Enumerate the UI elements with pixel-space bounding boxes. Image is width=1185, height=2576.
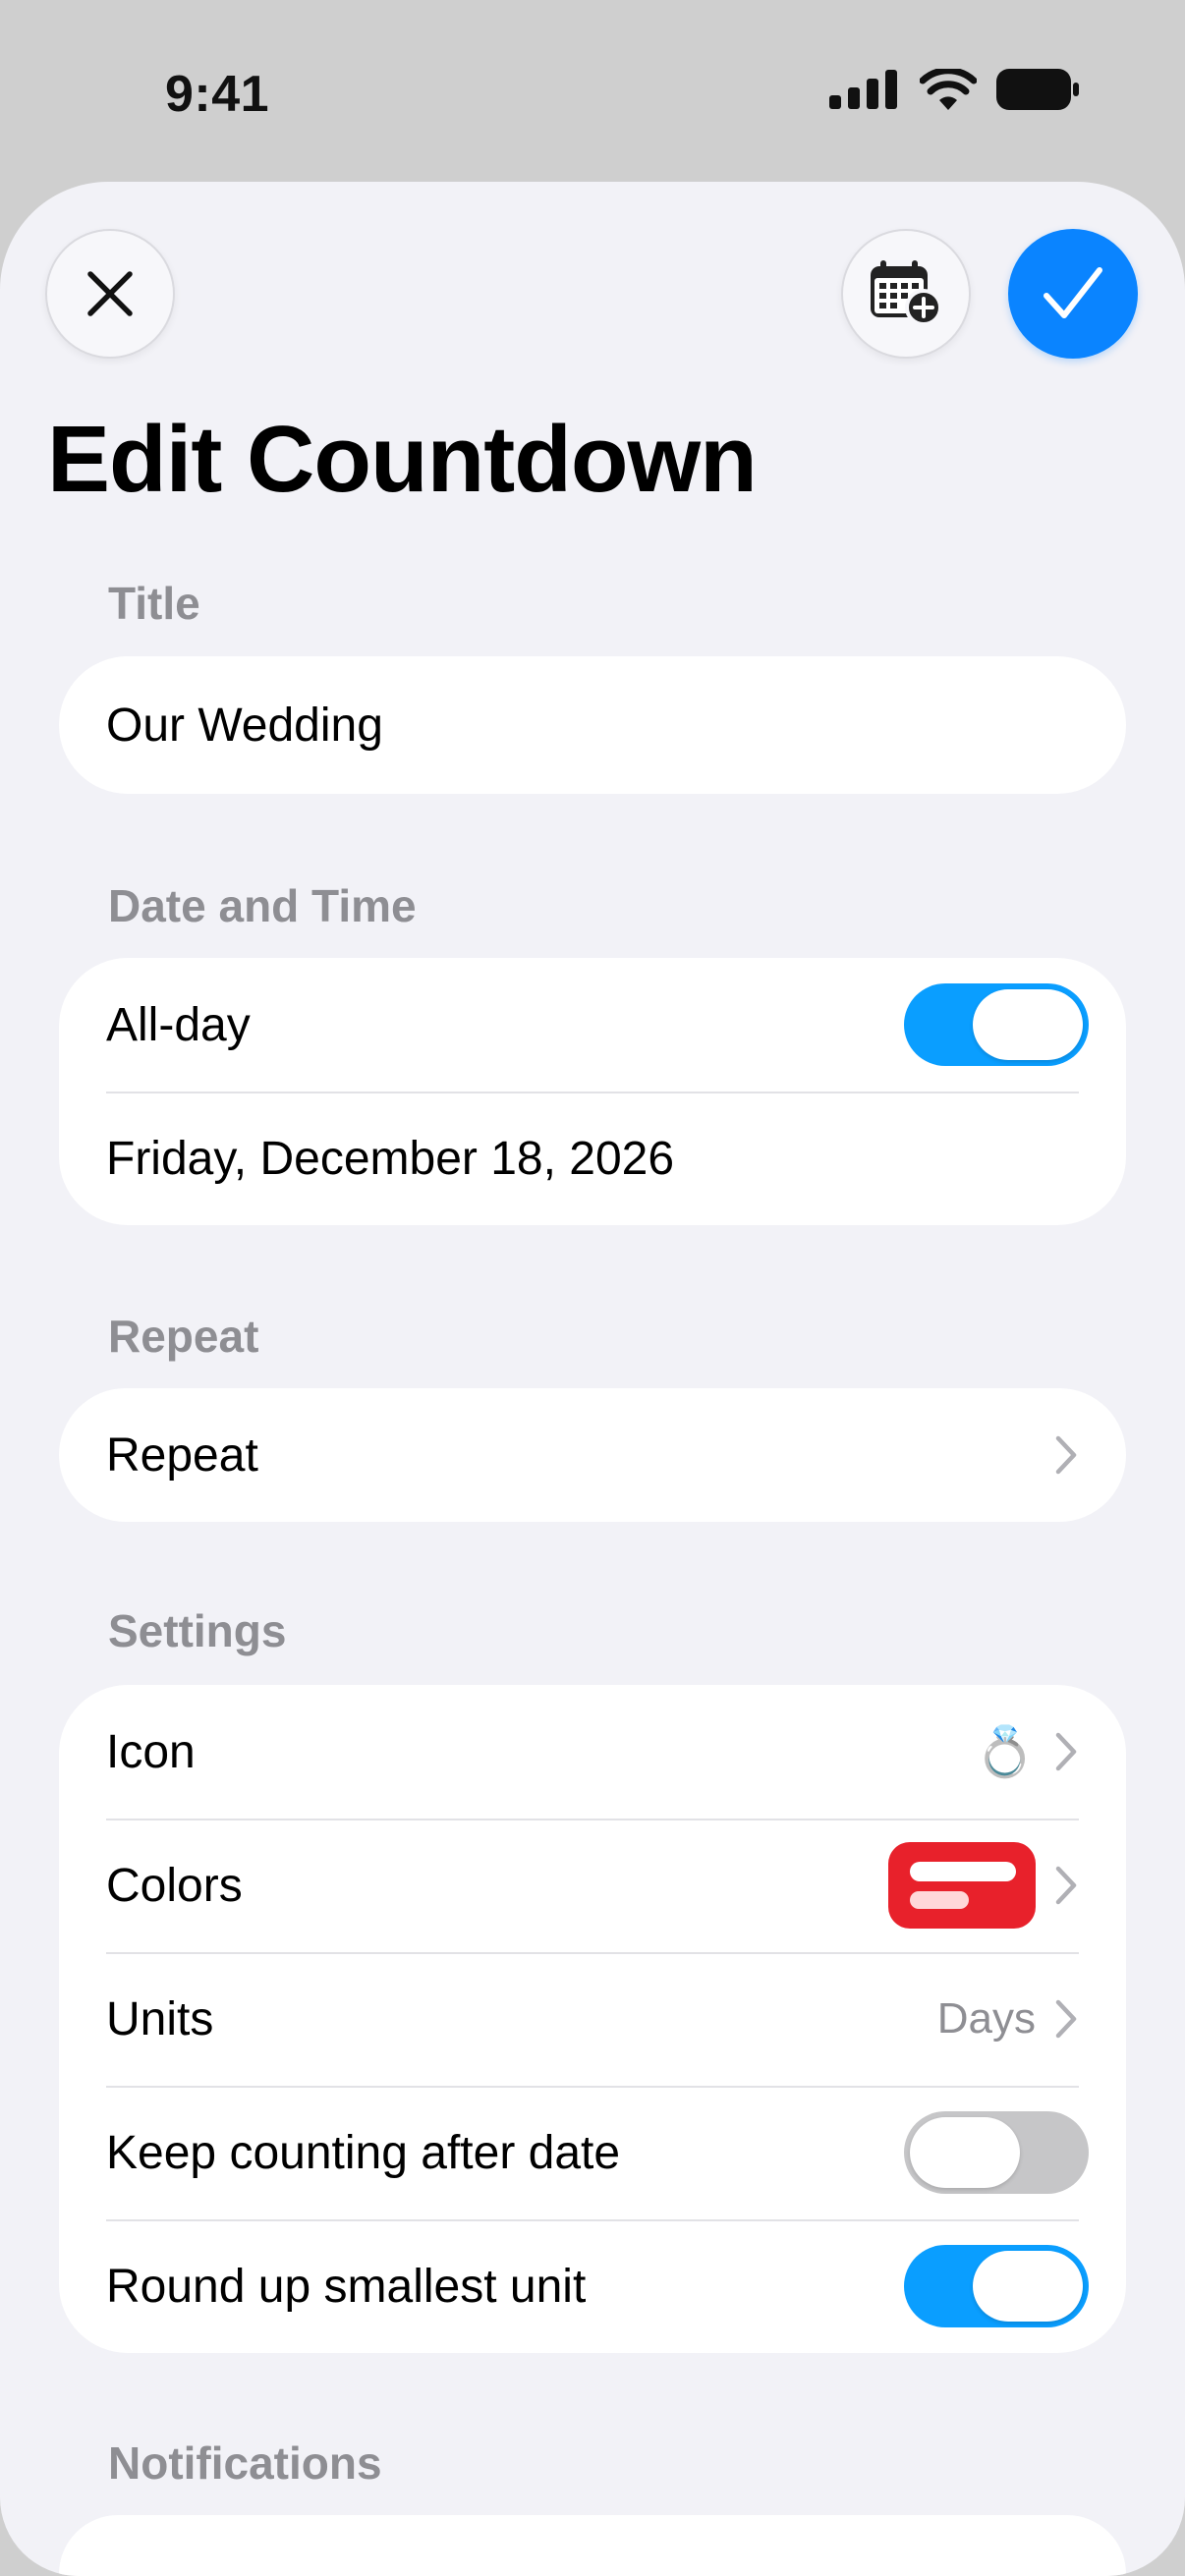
battery-icon (996, 69, 1079, 110)
all-day-toggle[interactable] (904, 983, 1089, 1066)
edit-countdown-sheet: Edit Countdown Title Our Wedding Date an… (0, 182, 1185, 2576)
round-up-label: Round up smallest unit (106, 2260, 587, 2313)
all-day-label: All-day (106, 998, 251, 1051)
all-day-row: All-day (59, 958, 1126, 1092)
add-to-calendar-button[interactable] (841, 229, 971, 359)
chevron-right-icon (1053, 1864, 1079, 1907)
section-header-title: Title (108, 578, 200, 629)
toggle-knob (973, 989, 1083, 1060)
title-input[interactable]: Our Wedding (59, 656, 1126, 794)
notifications-card (59, 2515, 1126, 2576)
chevron-right-icon (1053, 1730, 1079, 1773)
date-time-card: All-day Friday, December 18, 2026 (59, 958, 1126, 1225)
section-header-repeat: Repeat (108, 1311, 259, 1362)
chevron-right-icon (1053, 1997, 1079, 2041)
date-row[interactable]: Friday, December 18, 2026 (59, 1092, 1126, 1225)
section-header-settings: Settings (108, 1605, 287, 1656)
calendar-add-icon (871, 260, 942, 326)
page-title: Edit Countdown (47, 407, 758, 512)
toggle-knob (973, 2251, 1083, 2322)
keep-counting-label: Keep counting after date (106, 2126, 621, 2179)
close-button[interactable] (45, 229, 175, 359)
done-button[interactable] (1008, 229, 1138, 359)
color-swatch (888, 1842, 1036, 1929)
icon-label: Icon (106, 1725, 196, 1778)
round-up-row: Round up smallest unit (59, 2219, 1126, 2353)
keep-counting-toggle[interactable] (904, 2111, 1089, 2194)
title-card: Our Wedding (59, 656, 1126, 794)
repeat-card: Repeat (59, 1388, 1126, 1522)
chevron-right-icon (1053, 1433, 1079, 1477)
section-header-notifications: Notifications (108, 2437, 382, 2489)
colors-row[interactable]: Colors (59, 1819, 1126, 1952)
icon-row[interactable]: Icon 💍 (59, 1685, 1126, 1819)
colors-label: Colors (106, 1859, 243, 1912)
status-bar: 9:41 (0, 0, 1185, 177)
status-icons (829, 69, 1079, 110)
repeat-row[interactable]: Repeat (59, 1388, 1126, 1522)
close-icon (87, 271, 133, 316)
units-row[interactable]: Units Days (59, 1952, 1126, 2086)
signal-icon (829, 70, 897, 109)
status-time: 9:41 (165, 66, 270, 123)
date-value: Friday, December 18, 2026 (106, 1132, 675, 1185)
section-header-date-time: Date and Time (108, 880, 417, 931)
wifi-icon (920, 69, 977, 110)
keep-counting-row: Keep counting after date (59, 2086, 1126, 2219)
repeat-label: Repeat (106, 1428, 258, 1482)
round-up-toggle[interactable] (904, 2245, 1089, 2327)
toggle-knob (910, 2117, 1020, 2188)
checkmark-icon (1044, 267, 1102, 318)
ring-icon: 💍 (974, 1724, 1036, 1779)
units-value: Days (936, 1994, 1036, 2043)
settings-card: Icon 💍 Colors Units Days Keep counting a… (59, 1685, 1126, 2353)
units-label: Units (106, 1992, 214, 2045)
